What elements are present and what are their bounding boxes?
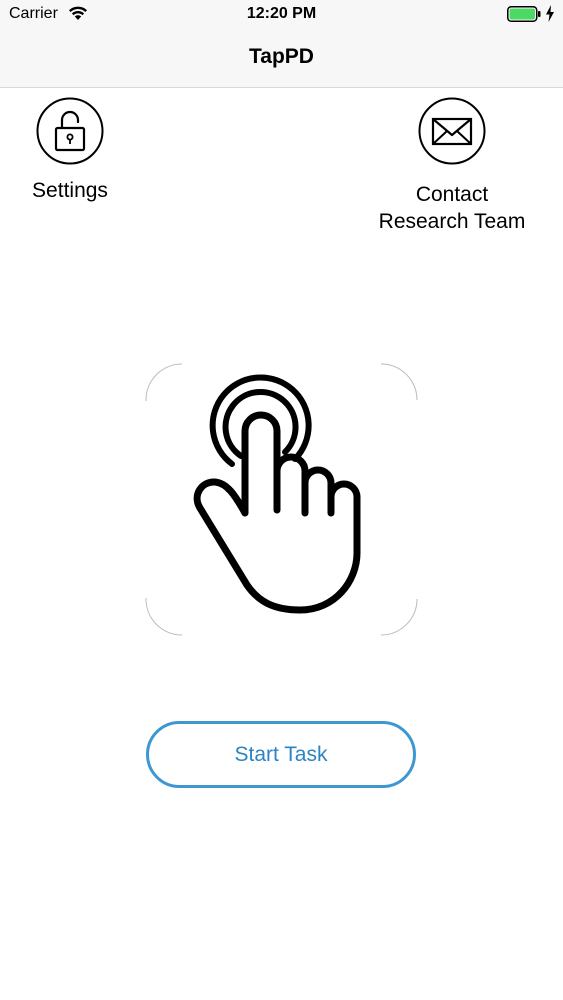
tap-image [145, 363, 418, 636]
charging-bolt-icon [546, 5, 554, 22]
tap-hand-icon [145, 363, 418, 636]
contact-label-line2: Research Team [378, 210, 526, 233]
header: Carrier 12:20 PM TapPD [0, 0, 563, 88]
start-task-button[interactable]: Start Task [146, 721, 416, 788]
contact-research-team-button[interactable]: Contact Research Team [362, 97, 542, 235]
lock-icon[interactable] [36, 97, 104, 165]
app-screen: Carrier 12:20 PM TapPD Settings Contact … [0, 0, 563, 1000]
settings-label: Settings [32, 179, 108, 202]
settings-button[interactable]: Settings [10, 97, 130, 204]
battery-icon [507, 6, 541, 22]
status-bar: Carrier 12:20 PM [0, 0, 563, 30]
envelope-icon[interactable] [418, 97, 486, 165]
nav-title: TapPD [249, 45, 314, 68]
contact-label-line1: Contact [415, 183, 489, 206]
status-time: 12:20 PM [246, 5, 317, 22]
